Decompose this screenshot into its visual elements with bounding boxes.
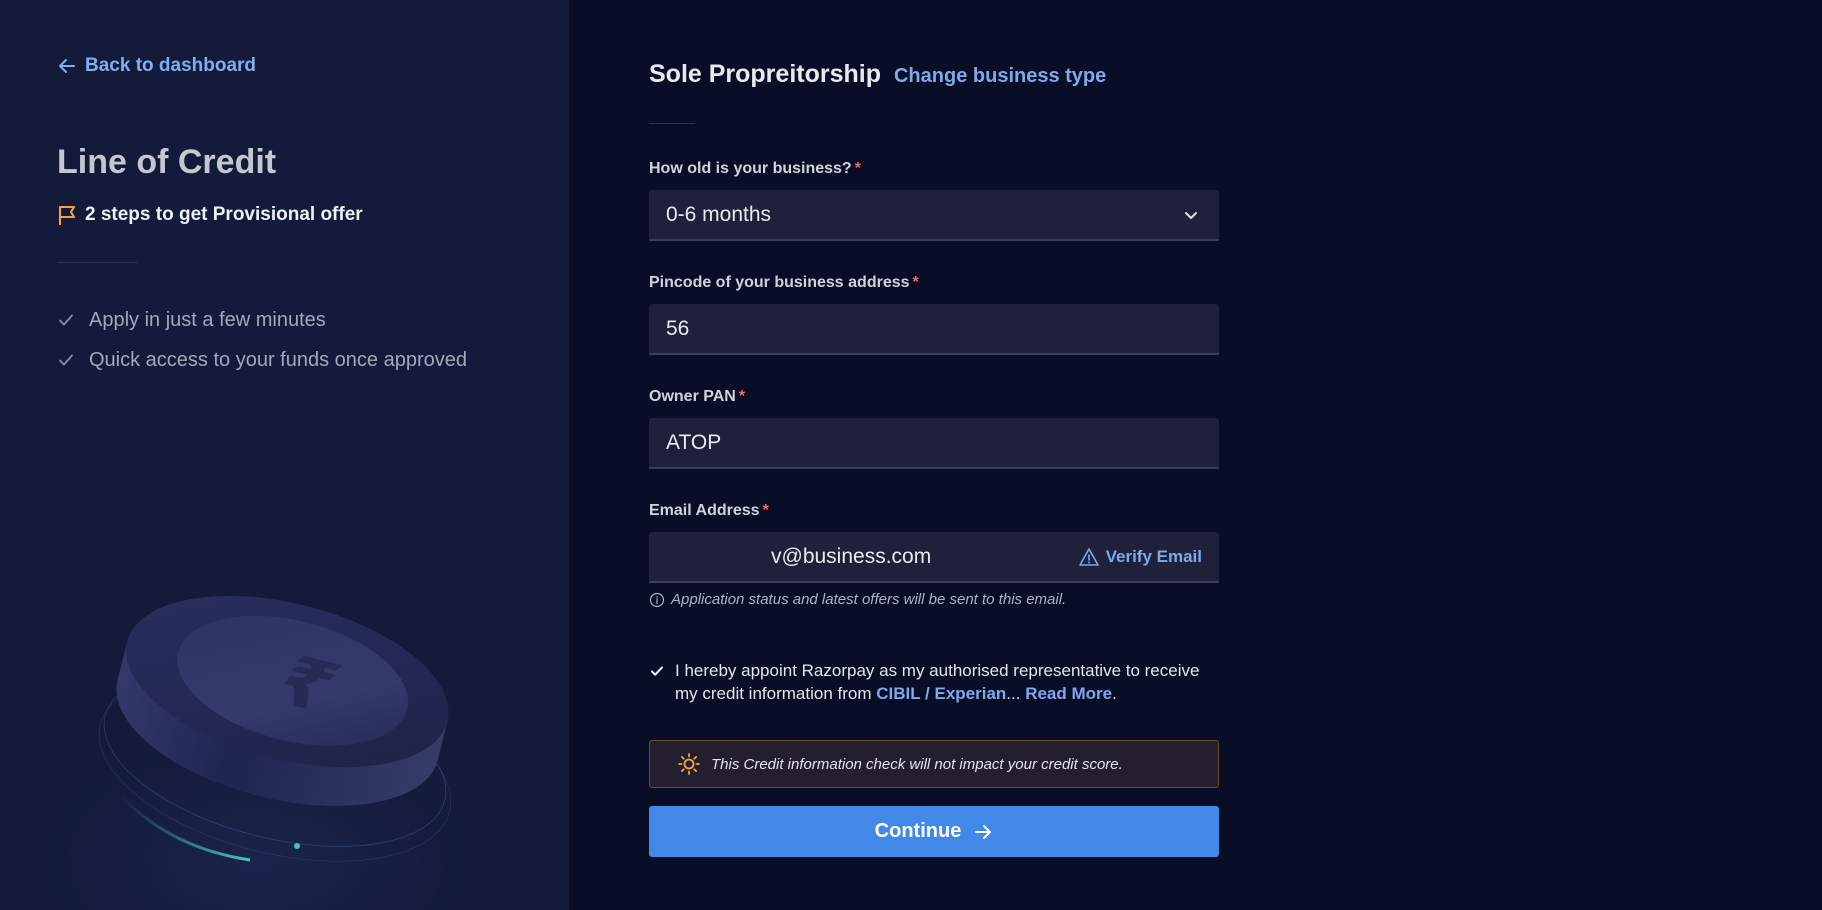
back-to-dashboard-link[interactable]: Back to dashboard: [57, 55, 256, 77]
consent-checkbox[interactable]: [649, 660, 665, 682]
info-icon: [649, 592, 665, 607]
business-type: Sole Propreitorship: [649, 60, 881, 88]
verify-email-label: Verify Email: [1105, 546, 1202, 566]
sidebar-divider: [57, 262, 137, 263]
arrow-left-icon: [59, 59, 75, 73]
notice-text: This Credit information check will not i…: [711, 755, 1123, 773]
rupee-coin-illustration: ₹: [0, 580, 569, 910]
change-business-type-link[interactable]: Change business type: [894, 65, 1106, 88]
business-age-select[interactable]: 0-6 months: [649, 190, 1219, 241]
read-more-link[interactable]: Read More: [1025, 684, 1112, 703]
continue-button[interactable]: Continue: [649, 806, 1219, 857]
owner-pan-value: ATOP: [666, 430, 722, 454]
pincode-label: Pincode of your business address *: [649, 274, 919, 291]
back-to-dashboard-label: Back to dashboard: [85, 55, 257, 76]
page-title: Line of Credit: [57, 143, 277, 181]
benefit-text: Quick access to your funds once approved: [89, 348, 467, 371]
benefits-list: Apply in just a few minutes Quick access…: [57, 300, 467, 380]
flag-icon: [59, 206, 75, 225]
benefit-item: Apply in just a few minutes: [57, 300, 467, 340]
continue-label: Continue: [874, 820, 962, 842]
consent-text: I hereby appoint Razorpay as my authoris…: [675, 661, 1200, 703]
email-value: v@business.com: [771, 544, 932, 568]
email-helper-text: Application status and latest offers wil…: [671, 591, 1067, 608]
sun-icon: [678, 753, 700, 775]
benefit-item: Quick access to your funds once approved: [57, 340, 467, 380]
form-divider: [649, 123, 695, 124]
verify-email-button[interactable]: Verify Email: [1078, 547, 1202, 567]
business-type-row: Sole Propreitorship Change business type: [649, 60, 1106, 89]
business-age-value: 0-6 months: [666, 202, 772, 226]
credit-score-notice: This Credit information check will not i…: [649, 740, 1219, 788]
steps-info: 2 steps to get Provisional offer: [57, 204, 363, 226]
email-helper: Application status and latest offers wil…: [649, 591, 1219, 608]
email-label: Email Address *: [649, 502, 769, 519]
owner-pan-field: Owner PAN * ATOP: [649, 388, 1219, 469]
owner-pan-label: Owner PAN *: [649, 388, 746, 405]
glow-dot: [294, 843, 300, 849]
chevron-down-icon: [1185, 211, 1197, 219]
check-icon: [59, 314, 73, 326]
required-marker: *: [854, 160, 861, 177]
cibil-experian-link[interactable]: CIBIL / Experian: [876, 684, 1006, 703]
pincode-value: 56: [666, 316, 690, 340]
arrow-right-icon: [975, 824, 992, 839]
owner-pan-input[interactable]: ATOP: [649, 418, 1219, 469]
pincode-field: Pincode of your business address * 56: [649, 274, 1219, 355]
benefit-text: Apply in just a few minutes: [89, 308, 326, 331]
steps-label: 2 steps to get Provisional offer: [85, 204, 363, 225]
pincode-input[interactable]: 56: [649, 304, 1219, 355]
check-icon: [59, 354, 73, 366]
required-marker: *: [738, 388, 746, 405]
email-field: Email Address * v@business.com Verify Ema…: [649, 502, 1219, 608]
consent-row: I hereby appoint Razorpay as my authoris…: [649, 659, 1219, 705]
business-age-field: How old is your business? * 0-6 months: [649, 160, 1219, 241]
warning-triangle-icon: [1078, 547, 1099, 566]
sidebar-panel: Back to dashboard Line of Credit 2 steps…: [0, 0, 569, 910]
check-icon: [651, 666, 663, 676]
required-marker: *: [912, 274, 919, 291]
business-age-label: How old is your business? *: [649, 160, 861, 177]
email-input[interactable]: v@business.com Verify Email: [649, 532, 1219, 583]
required-marker: *: [762, 502, 769, 519]
